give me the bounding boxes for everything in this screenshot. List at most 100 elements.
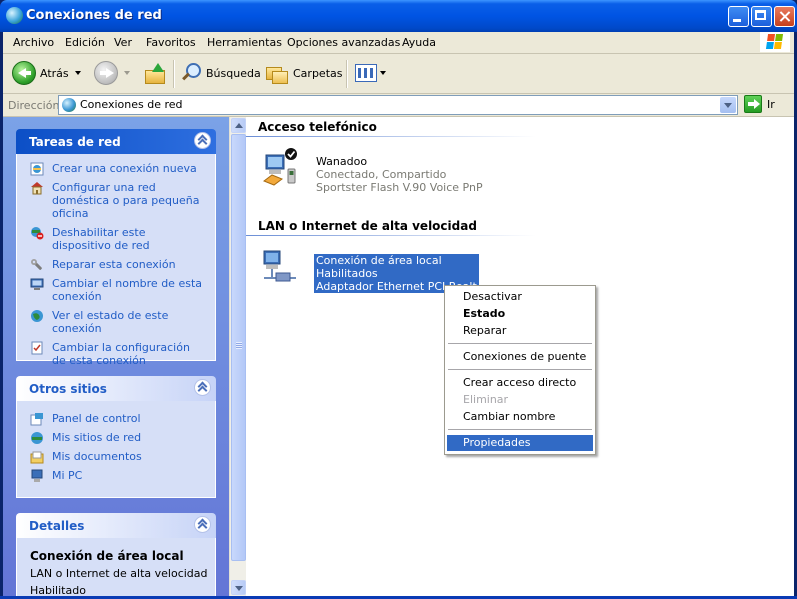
dialup-connection-icon[interactable] [260,147,300,187]
folder-up-icon [144,62,166,84]
place-label: Mi PC [52,469,83,482]
back-button[interactable]: Atrás [12,61,81,85]
lan-name: Conexión de área local [314,254,479,267]
ctx-reparar[interactable]: Reparar [447,323,593,339]
task-pane: Tareas de red Crear una conexión nueva C… [3,117,229,596]
task-change-settings[interactable]: Cambiar la configuración de esta conexió… [17,341,215,367]
network-connections-icon [6,7,23,24]
title-bar[interactable]: Conexiones de red [0,0,797,32]
wrench-icon [31,259,42,270]
ctx-eliminar[interactable]: Eliminar [447,392,593,408]
address-label: Dirección [8,99,60,112]
address-bar: Dirección Conexiones de red Ir [3,94,794,117]
menu-separator [448,369,592,370]
network-tasks-title: Tareas de red [29,135,121,149]
details-connection-type: LAN o Internet de alta velocidad [30,567,208,580]
scroll-thumb[interactable] [231,134,246,561]
forward-button[interactable] [94,61,130,85]
folders-button[interactable]: Carpetas [265,61,342,85]
task-view-status[interactable]: Ver el estado de este conexión [17,309,215,335]
ctx-crear-acceso-directo[interactable]: Crear acceso directo [447,375,593,391]
lan-status: Habilitados [314,267,479,280]
ctx-desactivar[interactable]: Desactivar [447,289,593,305]
collapse-chevron-icon[interactable] [194,132,211,149]
back-dropdown-arrow-icon[interactable] [74,71,81,75]
place-label: Mis sitios de red [52,431,142,444]
minimize-button[interactable] [728,6,749,27]
home-network-icon [31,182,43,195]
dialup-item-text[interactable]: Wanadoo Conectado, Compartido Sportster … [316,155,483,194]
forward-dropdown-arrow-icon[interactable] [124,71,130,75]
settings-document-icon [31,341,43,355]
control-panel-icon [30,413,43,426]
place-control-panel[interactable]: Panel de control [17,412,215,426]
collapse-chevron-icon[interactable] [194,379,211,396]
views-button[interactable] [355,61,386,85]
task-label: Reparar esta conexión [52,258,176,271]
details-title: Detalles [29,519,85,533]
disable-device-icon [31,227,44,240]
forward-arrow-icon [94,61,118,85]
menu-bar: Archivo Edición Ver Favoritos Herramient… [3,32,794,54]
go-arrow-icon [744,95,762,113]
new-connection-icon [30,162,44,176]
menu-edicion[interactable]: Edición [65,36,105,49]
place-label: Panel de control [52,412,141,425]
up-folder-button[interactable] [144,61,166,85]
task-setup-home-network[interactable]: Configurar una red doméstica o para pequ… [17,181,215,220]
place-label: Mis documentos [52,450,142,463]
menu-ayuda[interactable]: Ayuda [402,36,436,49]
task-label: Configurar una red doméstica o para pequ… [52,181,200,220]
rename-monitor-icon [30,278,44,290]
other-places-body: Panel de control Mis sitios de red Mis d… [16,401,216,498]
network-tasks-body: Crear una conexión nueva Configurar una … [16,154,216,367]
search-button[interactable]: Búsqueda [180,61,261,85]
computer-icon [31,469,43,482]
folders-icon [265,62,289,84]
menu-archivo[interactable]: Archivo [13,36,54,49]
menu-herramientas[interactable]: Herramientas [207,36,282,49]
menu-ver[interactable]: Ver [114,36,132,49]
close-button[interactable] [774,6,795,27]
ctx-conexiones-de-puente[interactable]: Conexiones de puente [447,349,593,365]
task-label: Deshabilitar este dispositivo de red [52,226,150,252]
task-disable-device[interactable]: Deshabilitar este dispositivo de red [17,226,215,252]
task-create-connection[interactable]: Crear una conexión nueva [17,162,215,176]
other-places-title: Otros sitios [29,382,107,396]
task-repair-connection[interactable]: Reparar esta conexión [17,258,215,271]
place-my-network[interactable]: Mis sitios de red [17,431,215,444]
task-pane-scrollbar[interactable] [229,117,246,596]
scroll-up-button[interactable] [231,118,246,133]
details-body: Conexión de área local LAN o Internet de… [16,538,216,596]
other-places-header[interactable]: Otros sitios [16,376,216,401]
group-header-lan: LAN o Internet de alta velocidad [258,219,477,233]
group-divider [246,136,536,137]
ctx-cambiar-nombre[interactable]: Cambiar nombre [447,409,593,425]
windows-logo [760,32,790,52]
details-header[interactable]: Detalles [16,513,216,538]
dialup-device: Sportster Flash V.90 Voice PnP [316,181,483,194]
views-dropdown-arrow-icon[interactable] [380,71,386,75]
menu-opciones-avanzadas[interactable]: Opciones avanzadas [287,36,400,49]
ctx-propiedades[interactable]: Propiedades [447,435,593,451]
status-globe-icon [31,310,43,322]
maximize-button[interactable] [751,6,772,27]
details-connection-name: Conexión de área local [30,549,184,563]
go-button[interactable]: Ir [744,95,775,113]
address-value: Conexiones de red [80,98,183,111]
task-rename-connection[interactable]: Cambiar el nombre de esta conexión [17,277,215,303]
address-dropdown-button[interactable] [720,97,736,113]
collapse-chevron-icon[interactable] [194,516,211,533]
network-tasks-header[interactable]: Tareas de red [16,129,216,154]
toolbar-separator [173,60,175,88]
lan-connection-icon[interactable] [260,247,300,287]
folders-label: Carpetas [293,66,343,80]
network-tasks-panel: Tareas de red Crear una conexión nueva C… [16,129,216,367]
place-my-computer[interactable]: Mi PC [17,469,215,482]
place-my-documents[interactable]: Mis documentos [17,450,215,464]
scroll-down-button[interactable] [231,580,246,595]
task-label: Ver el estado de este conexión [52,309,169,335]
ctx-estado[interactable]: Estado [447,306,593,322]
menu-favoritos[interactable]: Favoritos [146,36,196,49]
address-input[interactable]: Conexiones de red [58,95,738,115]
